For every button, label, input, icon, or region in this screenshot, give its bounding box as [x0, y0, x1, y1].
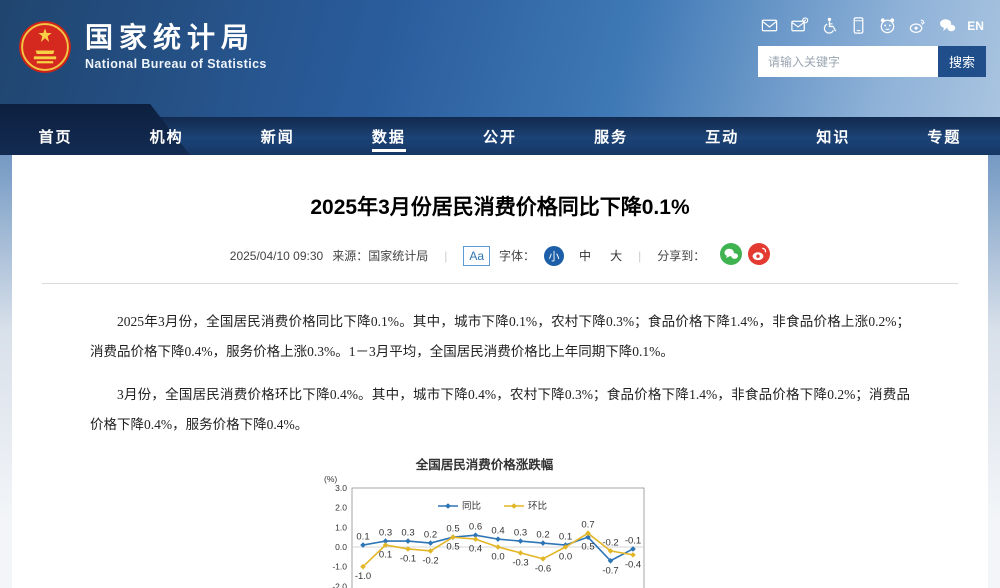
- meta-divider: |: [638, 249, 641, 263]
- nav-item-home[interactable]: 首页: [0, 117, 111, 155]
- svg-text:0.5: 0.5: [446, 524, 459, 535]
- svg-text:0.0: 0.0: [491, 552, 504, 563]
- cpi-chart-svg: (%)3.02.01.00.0-1.0-2.0-3.02024年3月4月5月6月…: [312, 474, 657, 588]
- svg-text:0.3: 0.3: [514, 528, 527, 539]
- svg-text:-0.1: -0.1: [400, 553, 416, 564]
- share-label: 分享到：: [657, 247, 705, 264]
- article-content: 2025年3月份居民消费价格同比下降0.1% 2025/04/10 09:30 …: [12, 155, 988, 588]
- svg-text:1.0: 1.0: [335, 522, 347, 532]
- site-header: 国家统计局 National Bureau of Statistics EN 搜…: [0, 0, 1000, 117]
- site-brand[interactable]: 国家统计局 National Bureau of Statistics: [18, 20, 267, 74]
- article-source: 来源：国家统计局: [332, 247, 428, 264]
- svg-text:0.1: 0.1: [379, 550, 392, 561]
- panda-chat-icon[interactable]: [878, 16, 897, 35]
- site-title: 国家统计局: [85, 23, 267, 54]
- nav-item-interact[interactable]: 互动: [667, 117, 778, 155]
- nav-item-service[interactable]: 服务: [556, 117, 667, 155]
- svg-text:-0.4: -0.4: [625, 559, 641, 570]
- search-button[interactable]: 搜索: [938, 46, 986, 77]
- header-right: EN 搜索: [758, 16, 986, 77]
- mobile-app-icon[interactable]: [849, 16, 868, 35]
- svg-text:-1.0: -1.0: [332, 562, 347, 572]
- article-datetime: 2025/04/10 09:30: [230, 249, 323, 263]
- svg-text:-0.2: -0.2: [422, 555, 438, 566]
- svg-text:0.2: 0.2: [536, 530, 549, 541]
- svg-text:0.3: 0.3: [379, 528, 392, 539]
- svg-text:-0.1: -0.1: [625, 535, 641, 546]
- svg-text:同比: 同比: [462, 500, 481, 512]
- mail-icon[interactable]: [760, 16, 779, 35]
- mail-subscribe-icon[interactable]: [790, 16, 809, 35]
- nav-item-knowledge[interactable]: 知识: [778, 117, 889, 155]
- svg-text:-0.7: -0.7: [602, 565, 618, 576]
- svg-text:0.0: 0.0: [335, 542, 347, 552]
- nav-item-news[interactable]: 新闻: [222, 117, 333, 155]
- meta-divider-line: [42, 283, 958, 284]
- article-title: 2025年3月份居民消费价格同比下降0.1%: [12, 191, 988, 221]
- svg-text:-0.2: -0.2: [602, 537, 618, 548]
- header-icon-row: EN: [758, 16, 986, 35]
- svg-text:0.5: 0.5: [581, 542, 594, 553]
- nav-item-open[interactable]: 公开: [444, 117, 555, 155]
- article-paragraph-2: 3月份，全国居民消费价格环比下降0.4%。其中，城市下降0.4%，农村下降0.3…: [12, 380, 988, 440]
- article-meta: 2025/04/10 09:30 来源：国家统计局 | Aa 字体： 小 中 大…: [12, 243, 988, 268]
- brand-text: 国家统计局 National Bureau of Statistics: [85, 23, 267, 71]
- article-paragraph-1: 2025年3月份，全国居民消费价格同比下降0.1%。其中，城市下降0.1%，农村…: [12, 307, 988, 367]
- cpi-chart: 全国居民消费价格涨跌幅 (%)3.02.01.00.0-1.0-2.0-3.02…: [312, 454, 657, 588]
- main-nav: 首页机构新闻数据公开服务互动知识专题: [0, 117, 1000, 155]
- font-size-large-button[interactable]: 大: [610, 247, 622, 264]
- svg-text:0.4: 0.4: [491, 526, 504, 537]
- svg-text:0.6: 0.6: [469, 522, 482, 533]
- svg-text:2.0: 2.0: [335, 503, 347, 513]
- nav-item-data[interactable]: 数据: [333, 117, 444, 155]
- svg-text:0.1: 0.1: [559, 532, 572, 543]
- svg-text:0.1: 0.1: [356, 532, 369, 543]
- svg-text:-2.0: -2.0: [332, 581, 347, 588]
- font-size-medium-button[interactable]: 中: [579, 247, 591, 264]
- svg-text:0.4: 0.4: [469, 544, 482, 555]
- site-subtitle: National Bureau of Statistics: [85, 57, 267, 71]
- weibo-icon[interactable]: [908, 16, 927, 35]
- svg-text:0.0: 0.0: [559, 552, 572, 563]
- weibo-share-icon[interactable]: [748, 243, 770, 265]
- wechat-icon[interactable]: [938, 16, 957, 35]
- share-icon-group: [714, 243, 770, 268]
- svg-text:0.3: 0.3: [401, 528, 414, 539]
- svg-text:-0.6: -0.6: [535, 563, 551, 574]
- wechat-share-icon[interactable]: [720, 243, 742, 265]
- svg-text:-1.0: -1.0: [355, 571, 371, 582]
- font-size-small-button[interactable]: 小: [544, 246, 564, 266]
- svg-text:0.2: 0.2: [424, 530, 437, 541]
- svg-text:0.7: 0.7: [581, 520, 594, 531]
- nav-item-special[interactable]: 专题: [889, 117, 1000, 155]
- font-style-toggle[interactable]: Aa: [463, 246, 490, 266]
- meta-divider: |: [444, 249, 447, 263]
- nav-item-org[interactable]: 机构: [111, 117, 222, 155]
- search-bar: 搜索: [758, 46, 986, 77]
- national-emblem-logo: [18, 20, 72, 74]
- svg-text:-0.3: -0.3: [512, 557, 528, 568]
- accessibility-icon[interactable]: [819, 16, 838, 35]
- chart-title: 全国居民消费价格涨跌幅: [312, 454, 657, 473]
- svg-text:3.0: 3.0: [335, 483, 347, 493]
- svg-text:环比: 环比: [528, 500, 547, 512]
- svg-text:0.5: 0.5: [446, 542, 459, 553]
- language-toggle[interactable]: EN: [967, 19, 984, 33]
- search-input[interactable]: [758, 46, 938, 77]
- font-label: 字体：: [499, 247, 535, 264]
